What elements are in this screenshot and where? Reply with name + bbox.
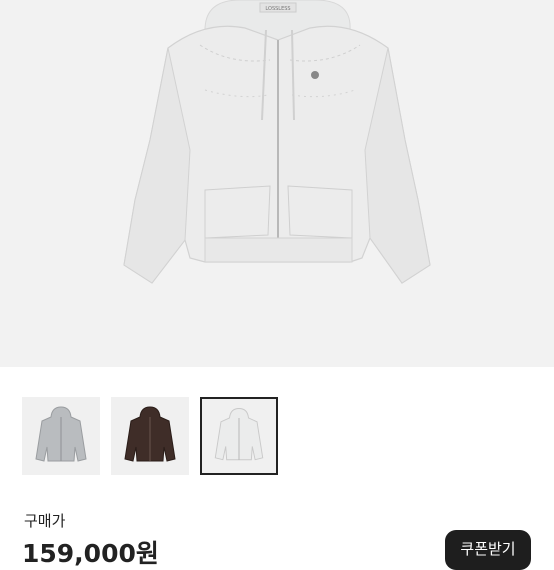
product-hero-image: LOSSLESS [0,0,554,367]
gray-hoodie-icon [35,406,87,462]
brown-hoodie-icon [124,406,176,462]
white-hoodie-icon [214,408,264,461]
price-value: 159,000원 [22,539,159,568]
thumbnail-strip [22,397,278,475]
white-hoodie-thumbnail[interactable] [200,397,278,475]
white-zip-hoodie-image: LOSSLESS [123,0,431,284]
purchase-price-label: 구매가 [24,512,66,530]
brown-hoodie-thumbnail[interactable] [111,397,189,475]
coupon-button[interactable]: 쿠폰받기 [445,530,531,570]
hoodie-tag: LOSSLESS [265,6,290,12]
gray-hoodie-thumbnail[interactable] [22,397,100,475]
